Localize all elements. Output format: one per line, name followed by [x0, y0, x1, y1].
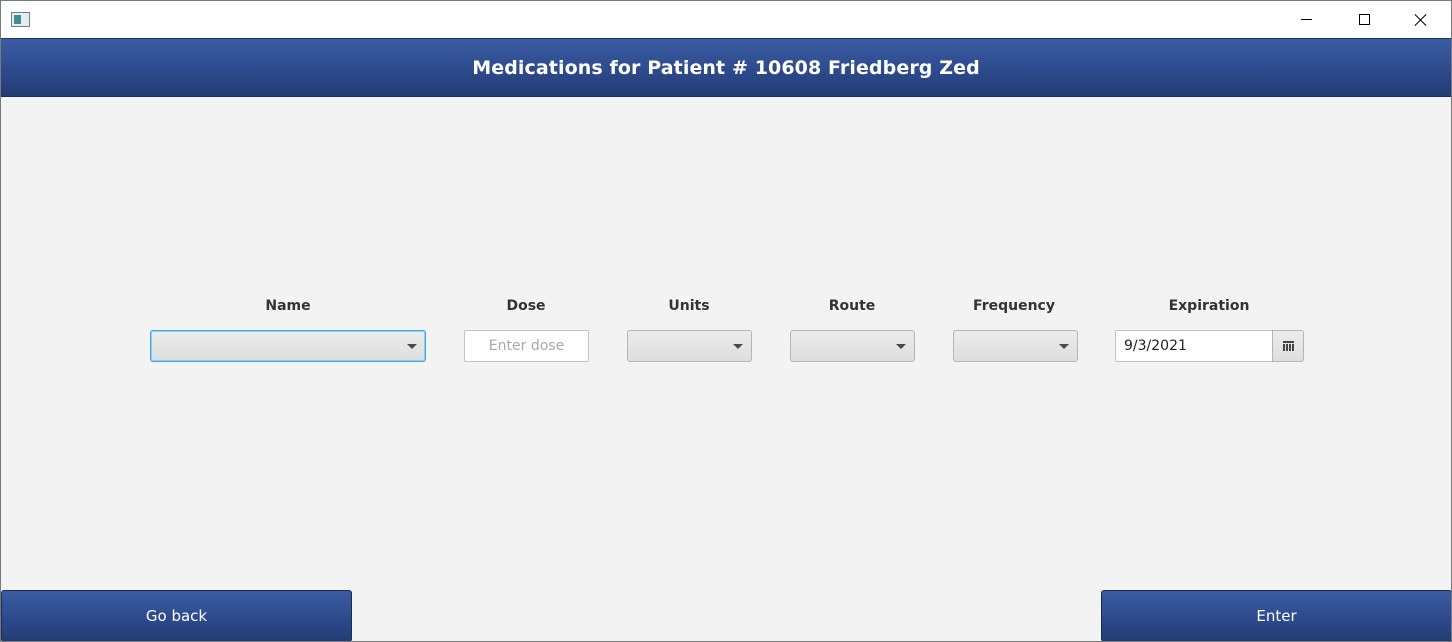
chevron-down-icon — [896, 344, 906, 349]
page-title: Medications for Patient # 10608 Friedber… — [472, 56, 980, 79]
route-combobox[interactable] — [790, 330, 915, 362]
name-combobox[interactable] — [150, 330, 426, 362]
go-back-button[interactable]: Go back — [1, 590, 352, 641]
page-header: Medications for Patient # 10608 Friedber… — [1, 38, 1451, 97]
close-button[interactable] — [1398, 1, 1444, 38]
dose-input[interactable] — [464, 330, 589, 362]
expiration-date-picker — [1115, 330, 1304, 362]
maximize-icon — [1358, 14, 1370, 25]
chevron-down-icon — [407, 344, 417, 349]
name-label: Name — [265, 298, 311, 314]
window-app-icon — [11, 12, 30, 27]
dose-label: Dose — [506, 298, 546, 314]
expiration-label: Expiration — [1168, 298, 1250, 314]
units-label: Units — [668, 298, 710, 314]
calendar-button[interactable] — [1272, 330, 1304, 362]
calendar-icon — [1282, 341, 1294, 351]
minimize-icon — [1300, 19, 1312, 20]
minimize-button[interactable] — [1283, 1, 1329, 38]
expiration-date-input[interactable] — [1115, 330, 1273, 362]
maximize-button[interactable] — [1341, 1, 1387, 38]
frequency-label: Frequency — [973, 298, 1055, 314]
application-window: Medications for Patient # 10608 Friedber… — [0, 0, 1452, 642]
enter-button[interactable]: Enter — [1101, 590, 1451, 641]
frequency-combobox[interactable] — [953, 330, 1078, 362]
title-bar — [1, 1, 1451, 38]
route-label: Route — [828, 298, 876, 314]
close-icon — [1414, 13, 1428, 27]
chevron-down-icon — [1059, 344, 1069, 349]
chevron-down-icon — [733, 344, 743, 349]
units-combobox[interactable] — [627, 330, 752, 362]
